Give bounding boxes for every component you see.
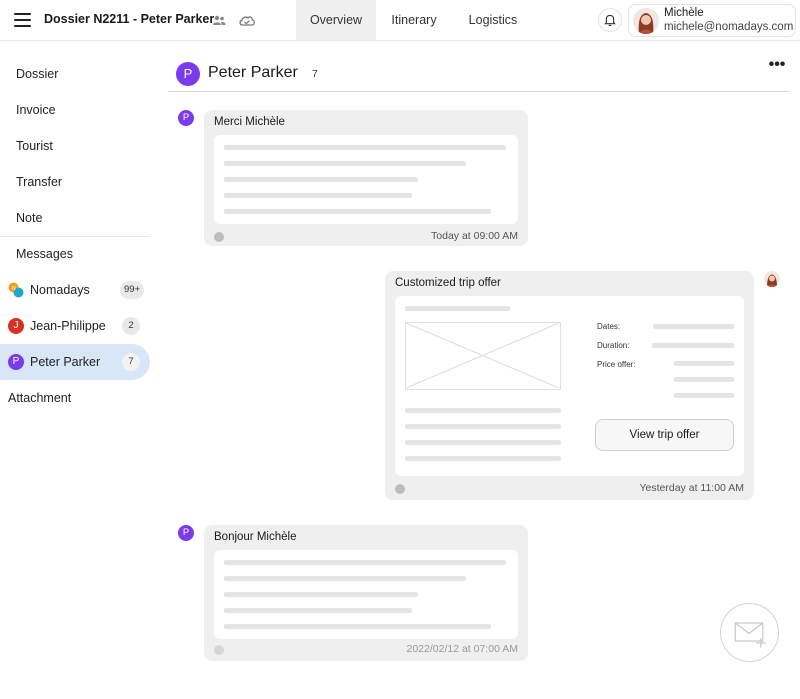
- placeholder-line: [405, 440, 561, 445]
- bell-icon: [604, 14, 616, 27]
- placeholder-line: [224, 145, 506, 150]
- message-title: Bonjour Michèle: [214, 531, 297, 543]
- sidebar-item-tourist[interactable]: Tourist: [0, 128, 150, 164]
- placeholder-line: [224, 592, 418, 597]
- price-offer-label: Price offer:: [597, 360, 636, 369]
- trip-offer-card: Dates: Duration: Price offer: View trip …: [395, 296, 744, 476]
- user-email: michele@nomadays.com: [664, 21, 794, 33]
- avatar: P: [8, 354, 24, 370]
- chat-item-nomadays[interactable]: N Nomadays 99+: [0, 272, 150, 308]
- compose-message-button[interactable]: [720, 603, 779, 662]
- duration-value: [652, 343, 734, 348]
- message-bubble[interactable]: Merci Michèle Today at 09:00 AM: [204, 110, 528, 246]
- dossier-title: Dossier N2211 - Peter Parker: [44, 12, 215, 26]
- chat-item-peter-parker[interactable]: P Peter Parker 7: [0, 344, 150, 380]
- avatar: J: [8, 318, 24, 334]
- sidebar-item-messages[interactable]: Messages: [0, 236, 150, 272]
- sidebar-item-dossier[interactable]: Dossier: [0, 56, 150, 92]
- user-name: Michèle: [664, 7, 704, 19]
- image-placeholder-icon: [405, 322, 560, 389]
- sidebar-item-attachment[interactable]: Attachment: [0, 380, 150, 416]
- user-avatar: [764, 271, 780, 287]
- message-timestamp: Yesterday at 11:00 AM: [639, 482, 745, 494]
- unread-badge: 7: [122, 353, 140, 371]
- message-title: Customized trip offer: [395, 277, 501, 289]
- placeholder-line: [224, 177, 418, 182]
- price-value: [674, 361, 734, 366]
- placeholder-line: [224, 161, 466, 166]
- check-icon: [214, 645, 224, 655]
- message-title: Merci Michèle: [214, 116, 285, 128]
- chat-label: Peter Parker: [30, 355, 101, 369]
- sidebar-item-note[interactable]: Note: [0, 200, 150, 236]
- conversation-header: P Peter Parker 7 •••: [168, 56, 790, 92]
- user-profile-card[interactable]: Michèle michele@nomadays.com: [628, 4, 796, 37]
- sidebar-item-transfer[interactable]: Transfer: [0, 164, 150, 200]
- price-value: [674, 393, 734, 398]
- check-icon: [395, 484, 405, 494]
- message-bubble[interactable]: Bonjour Michèle 2022/02/12 at 07:00 AM: [204, 525, 528, 661]
- placeholder-line: [224, 560, 506, 565]
- chat-item-jean-philippe[interactable]: J Jean-Philippe 2: [0, 308, 150, 344]
- placeholder-line: [405, 306, 510, 311]
- notifications-button[interactable]: [598, 8, 622, 32]
- placeholder-line: [224, 608, 412, 613]
- new-mail-icon: [734, 622, 766, 648]
- unread-badge: 2: [122, 317, 140, 335]
- tab-overview[interactable]: Overview: [296, 0, 376, 40]
- tab-logistics[interactable]: Logistics: [458, 0, 528, 40]
- duration-label: Duration:: [597, 341, 630, 350]
- message-body: [214, 550, 518, 639]
- avatar: P: [178, 525, 194, 541]
- chat-label: Jean-Philippe: [30, 319, 106, 333]
- placeholder-line: [224, 576, 466, 581]
- top-bar: Dossier N2211 - Peter Parker Overview It…: [0, 0, 800, 41]
- tab-itinerary[interactable]: Itinerary: [380, 0, 448, 40]
- dates-value: [653, 324, 734, 329]
- user-avatar: [633, 8, 659, 34]
- view-trip-offer-button[interactable]: View trip offer: [595, 419, 734, 451]
- dates-label: Dates:: [597, 322, 621, 331]
- avatar: P: [176, 62, 200, 86]
- placeholder-line: [405, 424, 561, 429]
- placeholder-line: [405, 456, 561, 461]
- svg-text:N: N: [12, 286, 16, 292]
- message-count: 7: [312, 68, 318, 80]
- avatar: P: [178, 110, 194, 126]
- sidebar: Dossier Invoice Tourist Transfer Note Me…: [0, 41, 150, 699]
- chat-label: Nomadays: [30, 283, 90, 297]
- unread-badge: 99+: [120, 281, 145, 299]
- sidebar-item-invoice[interactable]: Invoice: [0, 92, 150, 128]
- trip-offer-bubble[interactable]: Customized trip offer Dates: Duration: P…: [385, 271, 754, 500]
- message-body: [214, 135, 518, 224]
- message-timestamp: Today at 09:00 AM: [431, 230, 518, 242]
- cloud-icon[interactable]: [238, 13, 256, 27]
- nomadays-logo-icon: N: [8, 282, 24, 298]
- menu-icon[interactable]: [14, 13, 31, 27]
- check-icon: [214, 232, 224, 242]
- placeholder-line: [224, 209, 491, 214]
- people-icon[interactable]: [212, 13, 226, 27]
- price-value: [674, 377, 734, 382]
- message-timestamp: 2022/02/12 at 07:00 AM: [406, 643, 518, 655]
- more-options-icon[interactable]: •••: [766, 57, 788, 80]
- conversation-title: Peter Parker: [208, 64, 298, 81]
- placeholder-line: [224, 193, 412, 198]
- image-placeholder: [405, 322, 561, 390]
- placeholder-line: [224, 624, 491, 629]
- placeholder-line: [405, 408, 561, 413]
